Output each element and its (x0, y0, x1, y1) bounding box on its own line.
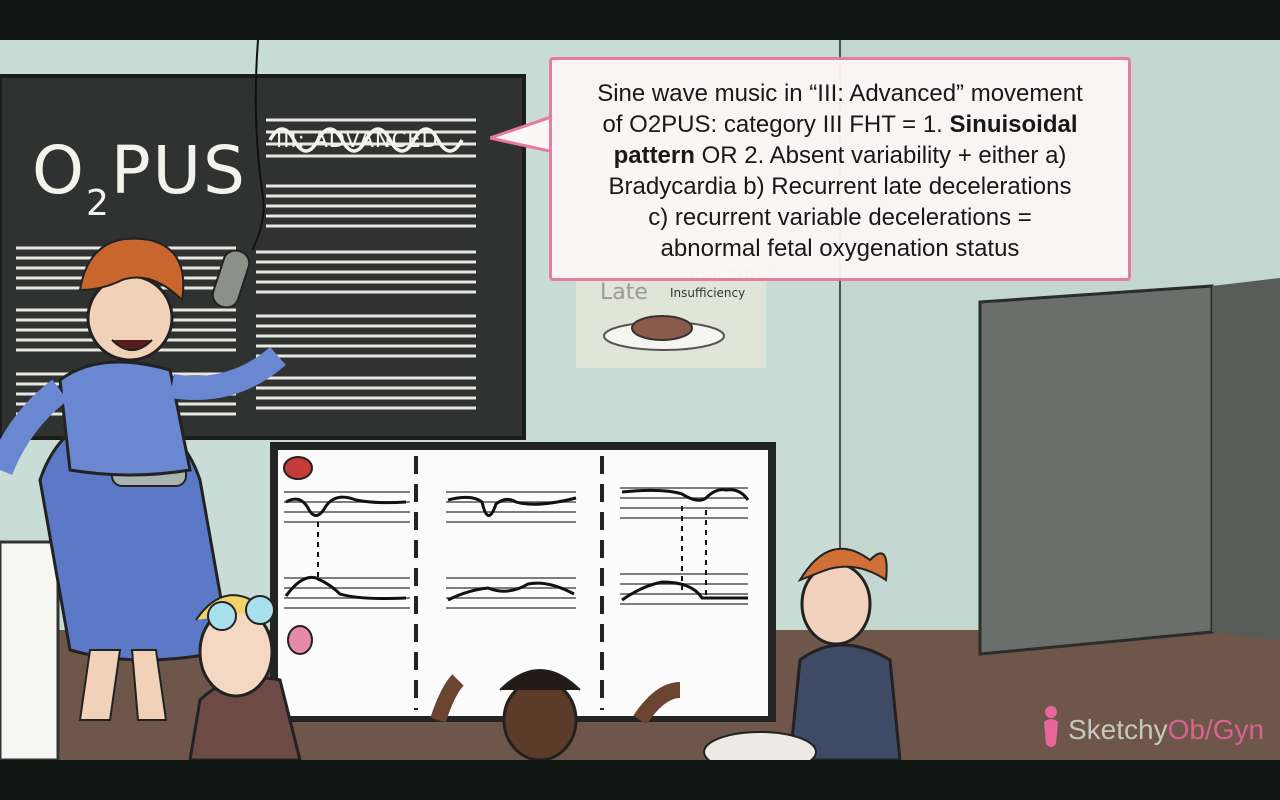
sketchy-logo: SketchyOb/Gyn (1068, 714, 1265, 745)
callout-line-5: c) recurrent variable decelerations = (648, 204, 1032, 231)
sheet-music (0, 540, 60, 760)
explanation-callout: Sine wave music in “III: Advanced” movem… (549, 57, 1131, 281)
chalkboard-title: O2PUS (32, 132, 247, 225)
callout-line-6: abnormal fetal oxygenation status (660, 235, 1020, 262)
callout-line-2: of O2PUS: category III FHT = 1. Sinuisoi… (602, 111, 1078, 138)
poster-insufficiency: Insufficiency (670, 286, 746, 300)
callout-line-1: Sine wave music in “III: Advanced” movem… (597, 80, 1083, 107)
poster-late: Late (600, 280, 648, 305)
callout-tail (490, 114, 554, 154)
movement-label: III: ADVANCED (276, 128, 439, 152)
room-panel (978, 278, 1280, 656)
callout-line-4: Bradycardia b) Recurrent late decelerati… (608, 173, 1072, 200)
video-frame: O2PUS III: ADVANCED Late Placental Insuf… (0, 0, 1280, 800)
callout-line-3: pattern OR 2. Absent variability + eithe… (613, 142, 1067, 169)
